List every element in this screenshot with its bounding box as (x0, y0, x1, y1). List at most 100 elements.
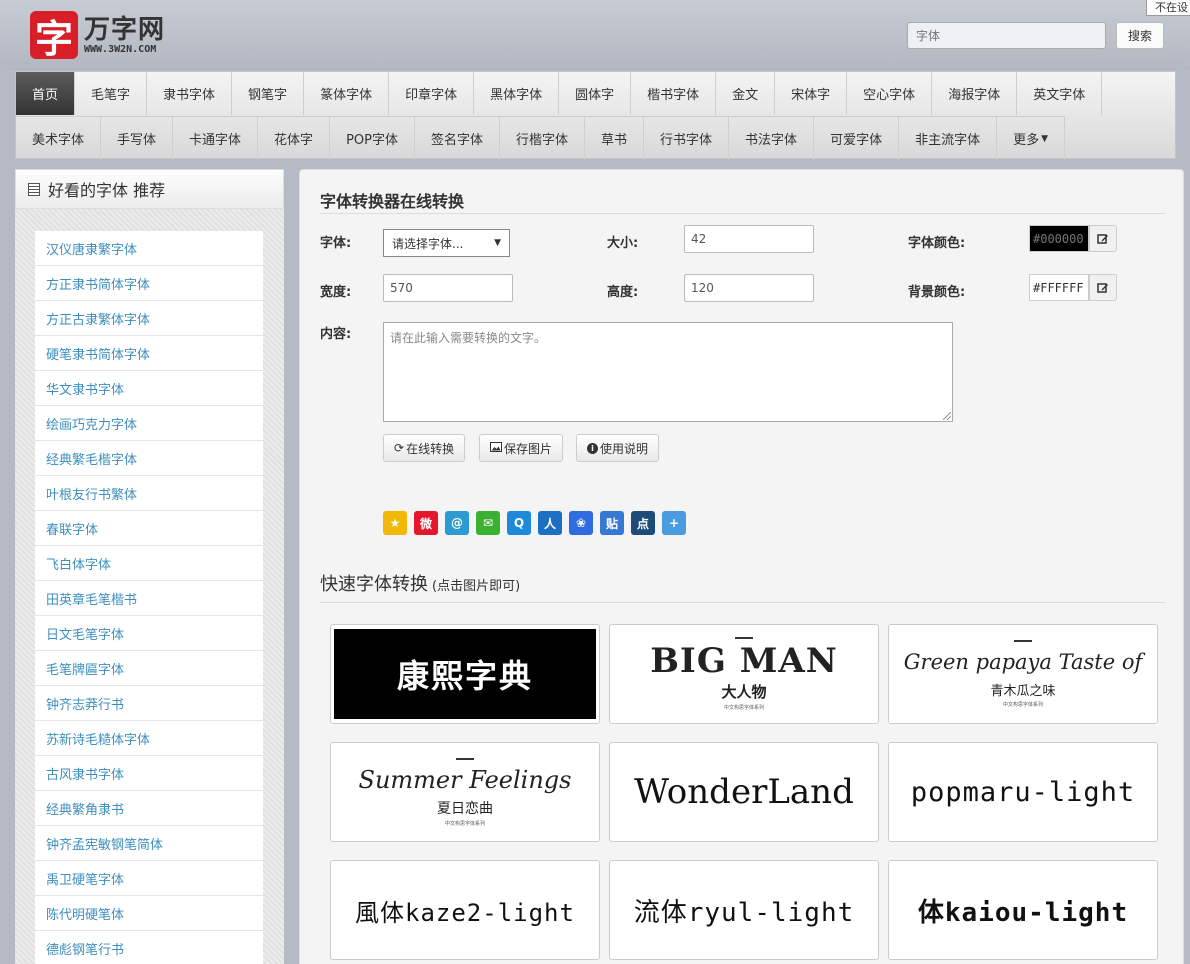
convert-button[interactable]: ⟳ 在线转换 (383, 434, 466, 462)
font-tile[interactable]: 流体ryul-light (609, 860, 879, 960)
height-input[interactable]: 120 (684, 274, 814, 302)
nav-item[interactable]: 卡通字体 (173, 117, 259, 160)
sidebar-link[interactable]: 古风隶书字体 (35, 756, 263, 791)
width-input[interactable]: 570 (383, 274, 513, 302)
sidebar-link[interactable]: 陈代明硬笔体 (35, 896, 263, 931)
tieba-icon[interactable]: 贴 (600, 511, 624, 535)
nav-row-1: 首页 毛笔字 隶书字体 钢笔字 篆体字体 印章字体 黑体字体 圆体字 楷书字体 金文 宋体字 空心字体… (16, 72, 1103, 116)
help-button[interactable]: i 使用说明 (576, 434, 660, 462)
search-input[interactable] (907, 22, 1106, 49)
nav-item[interactable]: 美术字体 (16, 117, 102, 160)
font-select[interactable]: 请选择字体... ▼ (383, 229, 510, 257)
tile-text: Summer Feelings (358, 765, 572, 794)
width-label: 宽度: (320, 285, 352, 300)
sidebar-link[interactable]: 钟齐孟宪敏钢笔简体 (35, 826, 263, 861)
font-tile[interactable]: BIG MAN 大人物 中文构思字体系列 (609, 624, 879, 724)
qzone-icon[interactable]: ★ (383, 511, 407, 535)
sidebar-link[interactable]: 方正古隶繁体字体 (35, 301, 263, 336)
nav-item[interactable]: 英文字体 (1017, 72, 1103, 115)
nav-more[interactable]: 更多 ▼ (997, 117, 1066, 160)
nav-item[interactable]: 圆体字 (559, 72, 632, 115)
sidebar-link[interactable]: 华文隶书字体 (35, 371, 263, 406)
sidebar-link[interactable]: 叶根友行书繁体 (35, 476, 263, 511)
font-tile[interactable]: 風体kaze2-light (330, 860, 600, 960)
sidebar-link[interactable]: 钟齐志莽行书 (35, 686, 263, 721)
baidu-icon[interactable]: ❀ (569, 511, 593, 535)
resize-handle[interactable] (943, 412, 951, 420)
tile-text: 康熙字典 (334, 629, 596, 719)
nav-item[interactable]: 首页 (16, 72, 76, 115)
edit-icon[interactable] (1089, 225, 1117, 252)
nav-item[interactable]: 草书 (585, 117, 645, 160)
nav-item[interactable]: 书法字体 (729, 117, 815, 160)
sidebar-link[interactable]: 苏新诗毛糙体字体 (35, 721, 263, 756)
sidebar-link[interactable]: 经典繁角隶书 (35, 791, 263, 826)
chevron-down-icon: ▼ (494, 238, 501, 248)
font-tile[interactable]: WonderLand (609, 742, 879, 842)
sidebar-link[interactable]: 毛笔牌匾字体 (35, 651, 263, 686)
content-textarea[interactable]: 请在此输入需要转换的文字。 (383, 322, 953, 422)
nav-item[interactable]: 黑体字体 (474, 72, 560, 115)
save-image-button[interactable]: 保存图片 (479, 434, 564, 462)
font-tile[interactable]: 康熙字典 (330, 624, 600, 724)
sidebar-link[interactable]: 德彪钢笔行书 (35, 931, 263, 964)
tile-subtext: 夏日恋曲 (436, 800, 493, 817)
nav-item[interactable]: 花体字 (258, 117, 331, 160)
sidebar-link[interactable]: 硬笔隶书简体字体 (35, 336, 263, 371)
font-tile[interactable]: Summer Feelings 夏日恋曲 中文构思字体系列 (330, 742, 600, 842)
nav-item[interactable]: 钢笔字 (232, 72, 305, 115)
tile-text: 風体kaze2-light (355, 898, 575, 927)
nav-item[interactable]: 宋体字 (775, 72, 848, 115)
nav-item[interactable]: 毛笔字 (75, 72, 148, 115)
nav-item[interactable]: 空心字体 (847, 72, 933, 115)
nav-item[interactable]: 签名字体 (415, 117, 500, 160)
font-tile[interactable]: Green papaya Taste of 青木瓜之味 中文构思字体系列 (888, 624, 1158, 724)
size-input[interactable]: 42 (684, 225, 814, 253)
tile-dash (734, 637, 753, 639)
nav-item[interactable]: 海报字体 (932, 72, 1018, 115)
tile-dash (455, 757, 474, 760)
sidebar-link[interactable]: 春联字体 (35, 511, 263, 546)
dianping-icon[interactable]: 点 (631, 511, 655, 535)
nav-item[interactable]: 可爱字体 (814, 117, 900, 160)
renren-icon[interactable]: 人 (538, 511, 562, 535)
nav-item[interactable]: 行楷字体 (500, 117, 586, 160)
font-tile[interactable]: 体kaiou-light (888, 860, 1158, 960)
sidebar-link[interactable]: 经典繁毛楷字体 (35, 441, 263, 476)
convert-label: 在线转换 (406, 441, 455, 456)
nav-item[interactable]: 金文 (716, 72, 776, 115)
nav-item[interactable]: 手写体 (101, 117, 174, 160)
font-color-input[interactable]: #000000 (1029, 225, 1089, 252)
size-label: 大小: (607, 236, 639, 251)
nav-item[interactable]: 行书字体 (644, 117, 730, 160)
nav-item[interactable]: 篆体字体 (304, 72, 390, 115)
font-tile[interactable]: popmaru-light (888, 742, 1158, 842)
sidebar-link[interactable]: 日文毛笔字体 (35, 616, 263, 651)
site-logo[interactable]: 字 万字网 WWW.3W2N.COM (30, 10, 165, 61)
more-share-icon[interactable]: + (662, 511, 686, 535)
nav-item[interactable]: POP字体 (330, 117, 415, 160)
qq-icon[interactable]: Q (507, 511, 531, 535)
tencent-weibo-icon[interactable]: @ (445, 511, 469, 535)
font-select-value: 请选择字体... (392, 236, 464, 251)
sidebar-link[interactable]: 禹卫硬笔字体 (35, 861, 263, 896)
edit-icon[interactable] (1089, 274, 1117, 301)
content-placeholder: 请在此输入需要转换的文字。 (390, 331, 547, 345)
tile-text: 体kaiou-light (917, 897, 1129, 928)
wechat-icon[interactable]: ✉ (476, 511, 500, 535)
font-label: 字体: (320, 236, 352, 251)
sidebar-link[interactable]: 汉仪唐隶繁字体 (35, 231, 263, 266)
tile-caption: 中文构思字体系列 (723, 705, 764, 711)
nav-item[interactable]: 楷书字体 (631, 72, 717, 115)
sidebar-list: 汉仪唐隶繁字体 方正隶书简体字体 方正古隶繁体字体 硬笔隶书简体字体 华文隶书字体 绘画巧… (35, 231, 263, 964)
bg-color-input[interactable]: #FFFFFF (1029, 274, 1089, 301)
sidebar-link[interactable]: 方正隶书简体字体 (35, 266, 263, 301)
nav-item[interactable]: 印章字体 (389, 72, 475, 115)
sidebar-link[interactable]: 绘画巧克力字体 (35, 406, 263, 441)
sidebar-link[interactable]: 飞白体字体 (35, 546, 263, 581)
search-button[interactable]: 搜索 (1116, 22, 1164, 49)
nav-item[interactable]: 非主流字体 (899, 117, 998, 160)
nav-item[interactable]: 隶书字体 (147, 72, 233, 115)
weibo-icon[interactable]: 微 (414, 511, 438, 535)
sidebar-link[interactable]: 田英章毛笔楷书 (35, 581, 263, 616)
